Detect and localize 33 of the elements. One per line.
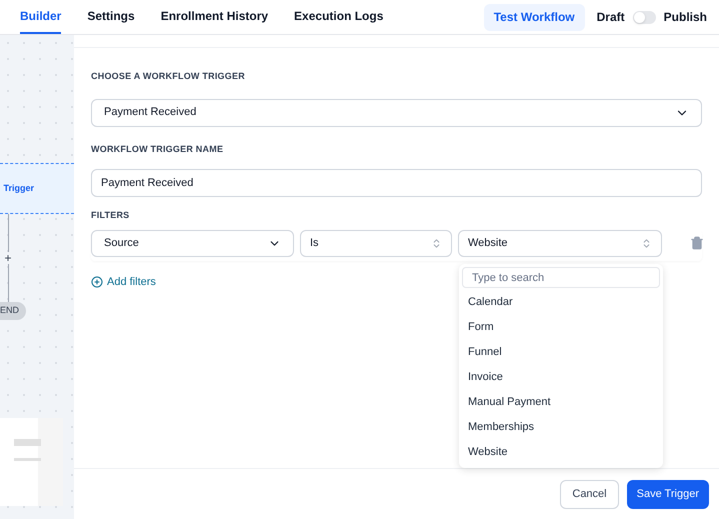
dropdown-option[interactable]: Form xyxy=(462,315,660,340)
up-down-icon xyxy=(641,238,652,248)
publish-label: Publish xyxy=(664,9,707,26)
field-label: WORKFLOW TRIGGER NAME xyxy=(91,142,224,156)
delete-icon[interactable] xyxy=(690,236,704,250)
test-workflow-button[interactable]: Test Workflow xyxy=(484,4,585,30)
dropdown-option[interactable]: Manual Payment xyxy=(462,390,660,415)
draft-label: Draft xyxy=(596,9,625,26)
dropdown-option[interactable]: Website xyxy=(462,440,660,465)
add-step-button[interactable]: + xyxy=(0,252,16,264)
filter-value-select[interactable]: Website xyxy=(458,230,662,256)
dropdown-option[interactable]: Memberships xyxy=(462,415,660,440)
publish-toggle[interactable] xyxy=(632,10,656,24)
field-label: FILTERS xyxy=(91,209,130,222)
add-icon xyxy=(91,276,103,288)
save-trigger-button[interactable]: Save Trigger xyxy=(626,480,709,508)
filter-field-select[interactable]: Source xyxy=(91,230,294,256)
tab[interactable]: Settings xyxy=(87,0,135,34)
add-filters-link[interactable]: Add filters xyxy=(91,274,156,290)
cancel-button[interactable]: Cancel xyxy=(560,480,619,508)
up-down-icon xyxy=(431,238,442,248)
dropdown-option[interactable]: Calendar xyxy=(462,290,660,315)
field-label: CHOOSE A WORKFLOW TRIGGER xyxy=(91,70,246,83)
tab[interactable]: Enrollment History xyxy=(160,0,268,34)
end-node: END xyxy=(0,302,26,320)
filter-operator-select[interactable]: Is xyxy=(300,230,452,256)
tab[interactable]: Execution Logs xyxy=(294,0,384,34)
dropdown-option[interactable]: Funnel xyxy=(462,340,660,365)
search-field[interactable]: Type to search xyxy=(462,267,660,288)
trigger-name-field[interactable]: Payment Received xyxy=(91,169,702,197)
trigger-node[interactable]: Trigger xyxy=(0,163,74,214)
trigger-select[interactable]: Payment Received xyxy=(91,98,702,126)
dropdown-option[interactable]: Invoice xyxy=(462,365,660,390)
